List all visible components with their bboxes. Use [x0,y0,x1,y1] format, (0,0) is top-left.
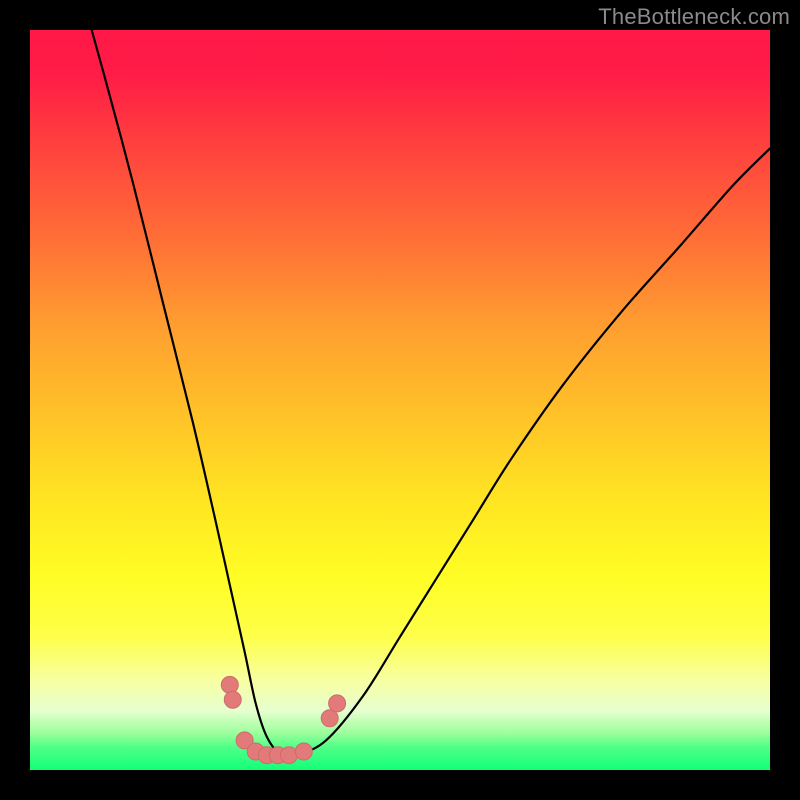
watermark-text: TheBottleneck.com [598,4,790,30]
plot-area [30,30,770,770]
chart-frame: TheBottleneck.com [0,0,800,800]
